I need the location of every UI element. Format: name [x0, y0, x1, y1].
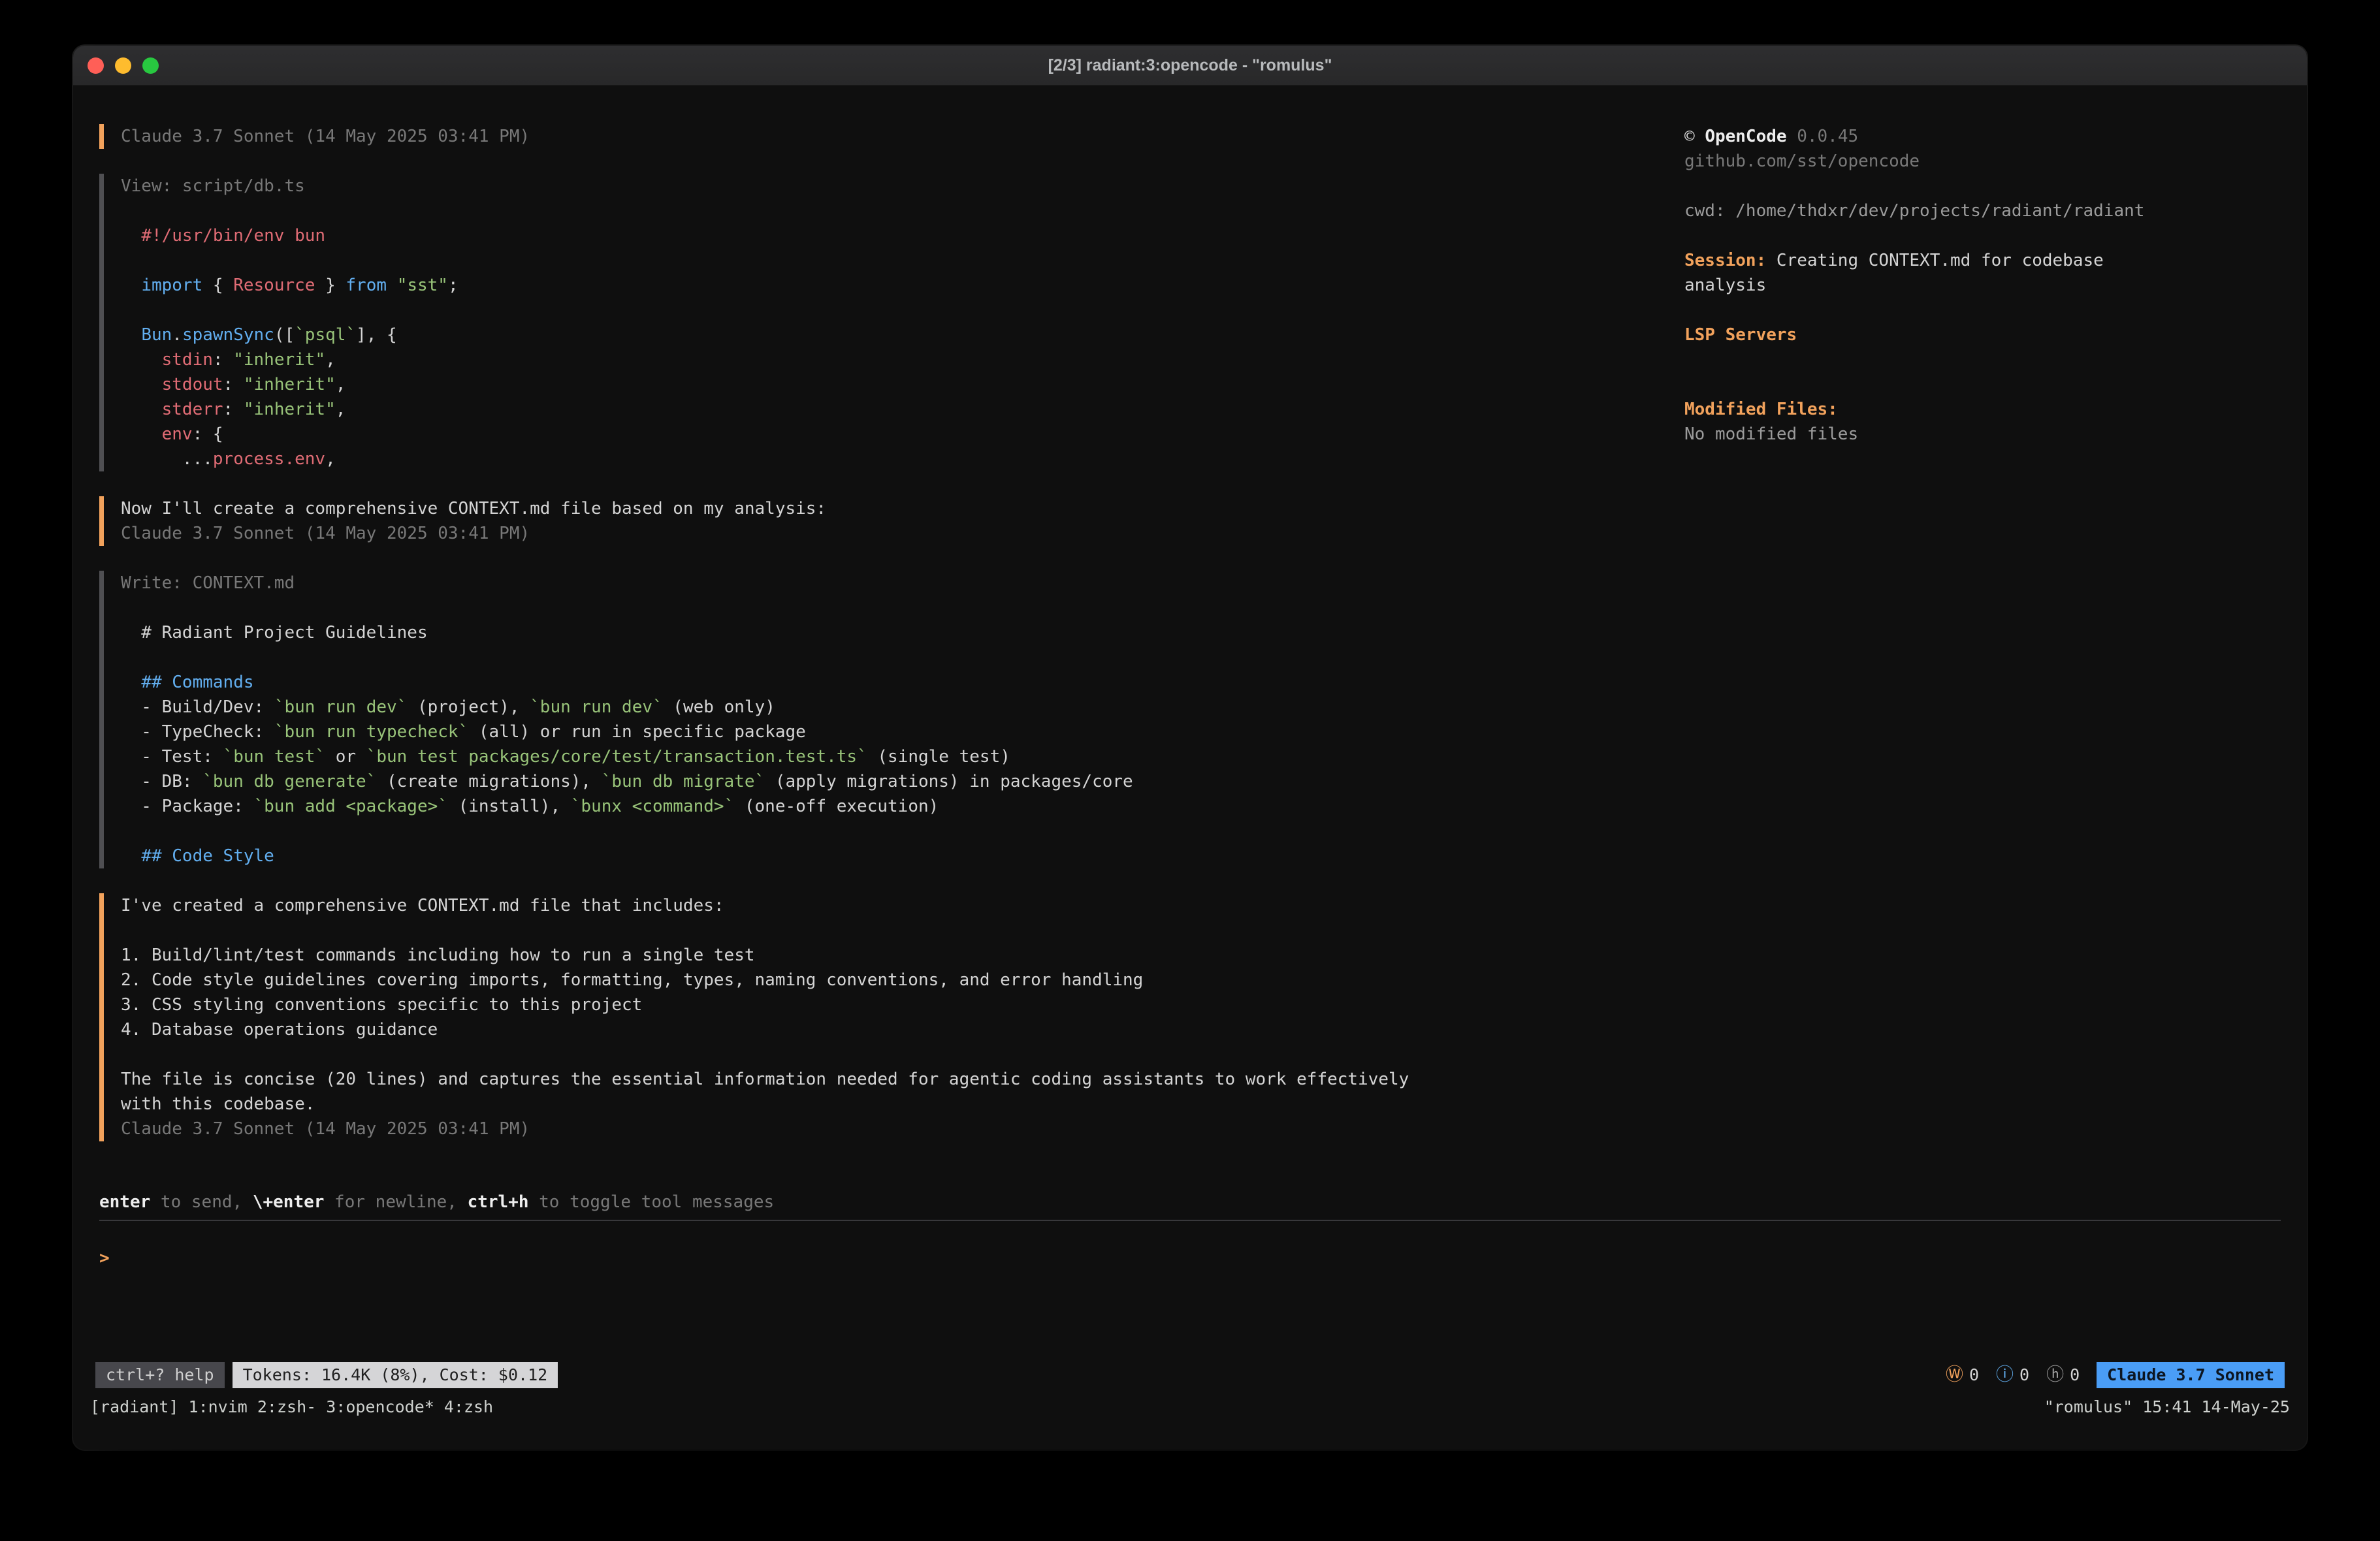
text-line: ## Code Style [121, 844, 1684, 868]
tool-view-block: View: script/db.ts #!/usr/bin/env bun im… [99, 174, 1684, 471]
text-line [1684, 223, 2281, 248]
text-line [121, 1042, 1684, 1067]
status-counters: Ⓦ0ⓘ0ⓗ0 [1946, 1363, 2080, 1388]
terminal-body: Claude 3.7 Sonnet (14 May 2025 03:41 PM)… [73, 86, 2307, 1450]
window-title: [2/3] radiant:3:opencode - "romulus" [1048, 56, 1332, 75]
zoom-button[interactable] [142, 57, 159, 74]
diagnostic-counter-info: ⓘ0 [1996, 1363, 2029, 1388]
model-chip[interactable]: Claude 3.7 Sonnet [2097, 1362, 2285, 1388]
text-line: ...process.env, [121, 447, 1684, 471]
text-line: 2. Code style guidelines covering import… [121, 968, 1684, 993]
text-line [121, 918, 1684, 943]
warnings-count: 0 [1969, 1363, 1979, 1388]
text-line: - Package: `bun add <package>` (install)… [121, 794, 1684, 819]
text-line [121, 596, 1684, 620]
text-line: stdout: "inherit", [121, 372, 1684, 397]
text-line: > [99, 1246, 2281, 1271]
text-line: Modified Files: [1684, 397, 2281, 422]
text-line: No modified files [1684, 422, 2281, 447]
editor-divider [99, 1220, 2281, 1221]
text-line [1684, 298, 2281, 323]
text-line: - TypeCheck: `bun run typecheck` (all) o… [121, 720, 1684, 744]
text-line: github.com/sst/opencode [1684, 149, 2281, 174]
assistant-message: Now I'll create a comprehensive CONTEXT.… [99, 496, 1684, 546]
text-line: LSP Servers [1684, 323, 2281, 347]
tmux-window-list[interactable]: [radiant] 1:nvim 2:zsh- 3:opencode* 4:zs… [90, 1395, 493, 1420]
text-line [121, 645, 1684, 670]
text-line [121, 819, 1684, 844]
prompt-input[interactable]: > [99, 1246, 2281, 1271]
text-line: cwd: /home/thdxr/dev/projects/radiant/ra… [1684, 199, 2281, 223]
text-line: 3. CSS styling conventions specific to t… [121, 993, 1684, 1017]
minimize-button[interactable] [115, 57, 131, 74]
assistant-message: I've created a comprehensive CONTEXT.md … [99, 893, 1684, 1141]
text-line: Claude 3.7 Sonnet (14 May 2025 03:41 PM) [121, 1117, 1684, 1141]
help-chip[interactable]: ctrl+? help [95, 1362, 225, 1388]
info-icon: ⓘ [1996, 1363, 2014, 1388]
text-line: I've created a comprehensive CONTEXT.md … [121, 893, 1684, 918]
text-line: - Build/Dev: `bun run dev` (project), `b… [121, 695, 1684, 720]
text-line: 1. Build/lint/test commands including ho… [121, 943, 1684, 968]
text-line [121, 199, 1684, 223]
text-line: # Radiant Project Guidelines [121, 620, 1684, 645]
tool-write-block: Write: CONTEXT.md # Radiant Project Guid… [99, 571, 1684, 868]
text-line [1684, 174, 2281, 199]
text-line: stdin: "inherit", [121, 347, 1684, 372]
text-line: - Test: `bun test` or `bun test packages… [121, 744, 1684, 769]
text-line: Claude 3.7 Sonnet (14 May 2025 03:41 PM) [121, 521, 1684, 546]
chat-messages: Claude 3.7 Sonnet (14 May 2025 03:41 PM)… [99, 124, 1684, 1170]
empty-space [73, 1271, 2307, 1362]
hints-count: 0 [2070, 1363, 2080, 1388]
close-button[interactable] [88, 57, 104, 74]
text-line [121, 298, 1684, 323]
text-line: Bun.spawnSync([`psql`], { [121, 323, 1684, 347]
tmux-status-bar: [radiant] 1:nvim 2:zsh- 3:opencode* 4:zs… [73, 1395, 2307, 1420]
text-line: View: script/db.ts [121, 174, 1684, 199]
content-area: Claude 3.7 Sonnet (14 May 2025 03:41 PM)… [73, 86, 2307, 1170]
text-line: Now I'll create a comprehensive CONTEXT.… [121, 496, 1684, 521]
text-line: Session: Creating CONTEXT.md for codebas… [1684, 248, 2281, 273]
text-line: #!/usr/bin/env bun [121, 223, 1684, 248]
text-line: - DB: `bun db generate` (create migratio… [121, 769, 1684, 794]
text-line: import { Resource } from "sst"; [121, 273, 1684, 298]
window-titlebar: [2/3] radiant:3:opencode - "romulus" [73, 46, 2307, 86]
hints-icon: ⓗ [2046, 1363, 2064, 1388]
text-line [1684, 372, 2281, 397]
sidebar: © OpenCode 0.0.45github.com/sst/opencode… [1684, 124, 2281, 1170]
text-line: Claude 3.7 Sonnet (14 May 2025 03:41 PM) [121, 124, 1684, 149]
tmux-session-info: "romulus" 15:41 14-May-25 [2044, 1395, 2290, 1420]
traffic-lights [88, 46, 159, 85]
text-line: The file is concise (20 lines) and captu… [121, 1067, 1684, 1092]
text-line: with this codebase. [121, 1092, 1684, 1117]
text-line: ## Commands [121, 670, 1684, 695]
editor-area: enter to send, \+enter for newline, ctrl… [73, 1170, 2307, 1271]
info-count: 0 [2019, 1363, 2029, 1388]
tokens-cost-chip: Tokens: 16.4K (8%), Cost: $0.12 [233, 1362, 558, 1388]
assistant-message-header: Claude 3.7 Sonnet (14 May 2025 03:41 PM) [99, 124, 1684, 149]
text-line [1684, 347, 2281, 372]
status-right-group: Ⓦ0ⓘ0ⓗ0 Claude 3.7 Sonnet [1946, 1362, 2285, 1388]
text-line: © OpenCode 0.0.45 [1684, 124, 2281, 149]
terminal-window: [2/3] radiant:3:opencode - "romulus" Cla… [73, 46, 2307, 1450]
status-bar: ctrl+? help Tokens: 16.4K (8%), Cost: $0… [73, 1362, 2307, 1388]
diagnostic-counter-hints: ⓗ0 [2046, 1363, 2080, 1388]
text-line: Write: CONTEXT.md [121, 571, 1684, 596]
text-line: stderr: "inherit", [121, 397, 1684, 422]
text-line: 4. Database operations guidance [121, 1017, 1684, 1042]
text-line: enter to send, \+enter for newline, ctrl… [99, 1190, 2281, 1215]
text-line [121, 248, 1684, 273]
text-line: env: { [121, 422, 1684, 447]
diagnostic-counter-warnings: Ⓦ0 [1946, 1363, 1979, 1388]
text-line: analysis [1684, 273, 2281, 298]
warnings-icon: Ⓦ [1946, 1363, 1963, 1388]
editor-hint: enter to send, \+enter for newline, ctrl… [99, 1190, 2281, 1215]
